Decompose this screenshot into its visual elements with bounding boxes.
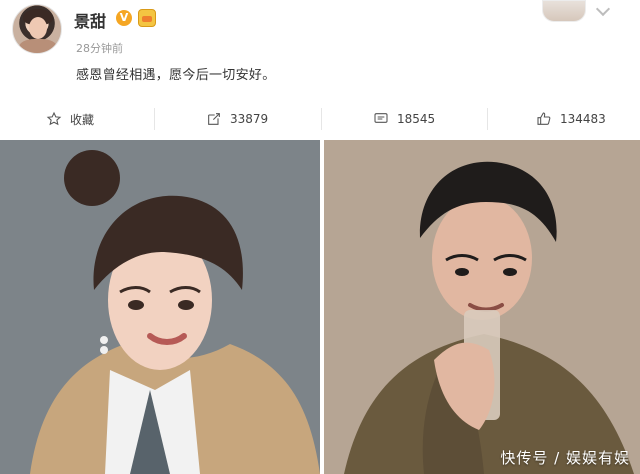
share-icon [206, 111, 222, 127]
comment-button[interactable]: 18545 [373, 104, 435, 134]
gift-icon [138, 9, 156, 27]
divider [154, 108, 155, 130]
source-watermark: 快传号 / 娱娱有娱 [500, 449, 630, 467]
star-icon [46, 111, 62, 127]
post-time[interactable]: 28分钟前 [76, 40, 123, 56]
mini-avatar[interactable] [542, 0, 586, 22]
favorite-label: 收藏 [70, 112, 95, 127]
post-content: 感恩曾经相遇，愿今后一切安好。 [76, 68, 276, 83]
comment-count: 18545 [397, 112, 436, 126]
username[interactable]: 景甜 [74, 8, 106, 32]
comment-icon [373, 111, 389, 127]
verified-icon: V [116, 10, 132, 26]
post-images: 快传号 / 娱娱有娱 [0, 140, 640, 474]
avatar-body [19, 39, 57, 53]
favorite-button[interactable]: 收藏 [46, 104, 94, 134]
photo-woman[interactable] [0, 140, 320, 474]
share-count: 33879 [230, 112, 269, 126]
weibo-post: 景甜 V 28分钟前 感恩曾经相遇，愿今后一切安好。 收藏 33879 1854… [0, 0, 640, 140]
divider [321, 108, 322, 130]
share-button[interactable]: 33879 [206, 104, 268, 134]
user-avatar[interactable] [12, 4, 62, 54]
like-count: 134483 [560, 112, 606, 126]
man-portrait-illustration [324, 140, 640, 474]
photo-man[interactable] [324, 140, 640, 474]
like-button[interactable]: 134483 [536, 104, 606, 134]
post-actions: 收藏 33879 18545 134483 [0, 104, 640, 134]
avatar-face [29, 17, 47, 39]
like-icon [536, 111, 552, 127]
woman-portrait-illustration [0, 140, 320, 474]
divider [487, 108, 488, 130]
chevron-down-icon[interactable] [595, 1, 611, 17]
